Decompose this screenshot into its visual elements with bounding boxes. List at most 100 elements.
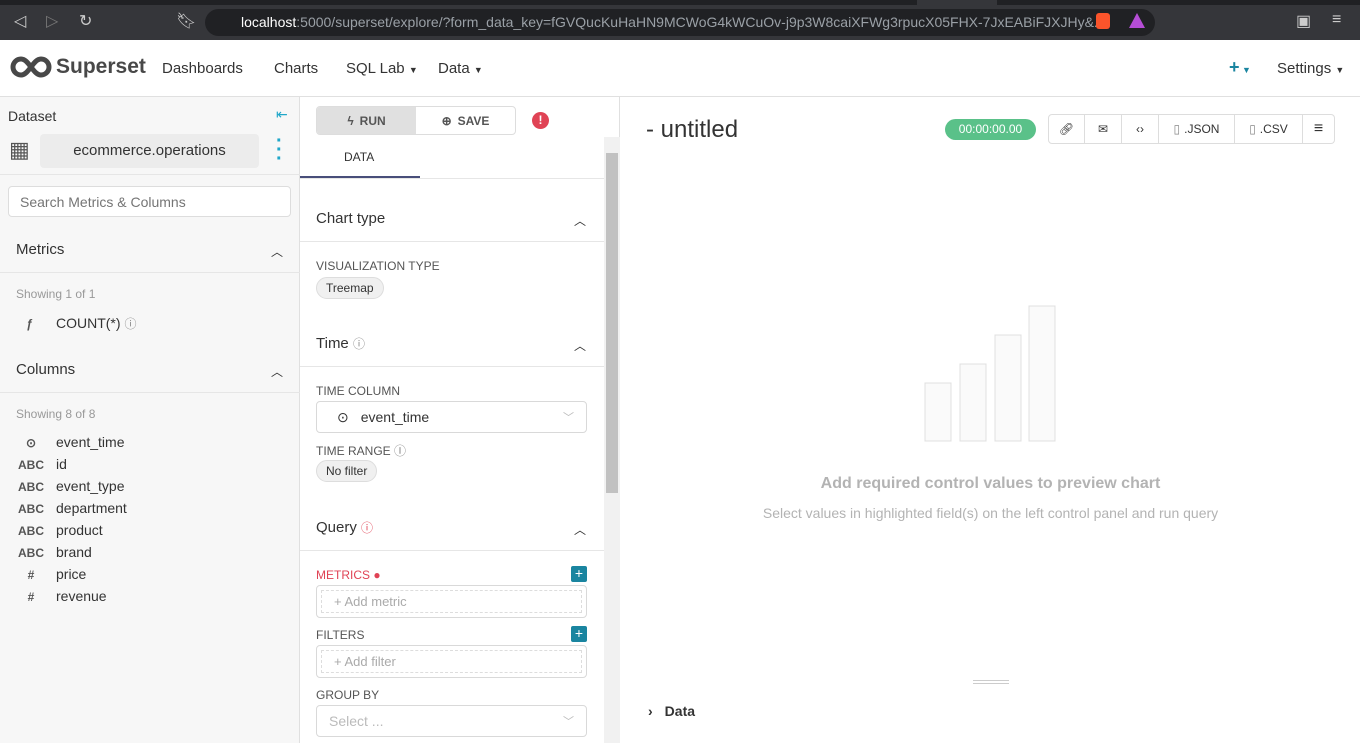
chart-actions: 🔗︎ ✉ ‹› ▯ .JSON ▯ .CSV ≡ bbox=[1048, 114, 1335, 144]
email-button[interactable]: ✉ bbox=[1085, 114, 1122, 144]
url-host: localhost bbox=[241, 14, 297, 30]
column-item[interactable]: ABC id bbox=[16, 456, 127, 478]
group-by-label: GROUP BY bbox=[316, 688, 380, 702]
filters-label: FILTERS bbox=[316, 628, 365, 642]
column-name: event_type bbox=[56, 478, 125, 494]
column-item[interactable]: ABC event_type bbox=[16, 478, 127, 500]
time-range-value[interactable]: No filter bbox=[316, 460, 378, 482]
chevron-up-icon[interactable]: ︿ bbox=[574, 521, 586, 538]
logo-icon bbox=[10, 56, 52, 78]
data-section-toggle[interactable]: › Data bbox=[648, 703, 695, 719]
json-button[interactable]: ▯ .JSON bbox=[1159, 114, 1235, 144]
column-type-icon: ABC bbox=[18, 458, 44, 472]
group-by-select[interactable]: Select ... ﹀ bbox=[316, 705, 587, 737]
embed-button[interactable]: ‹› bbox=[1122, 114, 1159, 144]
chevron-up-icon[interactable]: ︿ bbox=[271, 243, 283, 260]
reload-icon[interactable]: ↻ bbox=[79, 11, 92, 31]
link-button[interactable]: 🔗︎ bbox=[1048, 114, 1085, 144]
url-path: :5000/superset/explore/?form_data_key=fG… bbox=[296, 14, 1106, 30]
nav-charts[interactable]: Charts bbox=[274, 60, 318, 77]
file-icon: ▯ bbox=[1173, 122, 1181, 136]
info-icon: ⓘ bbox=[352, 337, 365, 351]
brave-rewards-icon[interactable] bbox=[1129, 13, 1145, 28]
address-bar[interactable]: localhost:5000/superset/explore/?form_da… bbox=[205, 9, 1155, 36]
clock-icon: ⊙ bbox=[337, 409, 349, 425]
viz-type-value[interactable]: Treemap bbox=[316, 277, 384, 299]
query-section[interactable]: Query ⓘ bbox=[316, 519, 373, 536]
time-section[interactable]: Time ⓘ bbox=[316, 335, 365, 352]
add-metric-button: + Add metric bbox=[321, 590, 582, 613]
chart-title[interactable]: - untitled bbox=[646, 116, 738, 144]
control-panel: ϟ RUN ⊕ SAVE ! DATA Chart type ︿ VISUALIZA… bbox=[300, 97, 620, 743]
error-icon[interactable]: ! bbox=[532, 112, 549, 129]
add-filter-plus-button[interactable]: + bbox=[571, 626, 587, 642]
metrics-count: Showing 1 of 1 bbox=[16, 287, 96, 301]
columns-count: Showing 8 of 8 bbox=[16, 407, 96, 421]
back-icon[interactable]: ◁ bbox=[14, 11, 26, 31]
column-name: id bbox=[56, 456, 67, 472]
column-list: ⊙ event_time ABC id ABC event_type ABC departme… bbox=[16, 434, 127, 610]
scrollbar[interactable] bbox=[604, 137, 620, 743]
settings-menu[interactable]: Settings ▼ bbox=[1277, 60, 1344, 77]
superset-logo[interactable]: Superset bbox=[10, 55, 146, 79]
column-item[interactable]: ABC brand bbox=[16, 544, 127, 566]
dataset-panel: Dataset ⇤ ▦ ecommerce.operations ··· Met… bbox=[0, 97, 300, 743]
column-name: product bbox=[56, 522, 103, 538]
bookmark-icon[interactable]: 🔖︎ bbox=[176, 11, 196, 31]
code-icon: ‹› bbox=[1136, 122, 1144, 136]
dataset-menu-icon[interactable]: · · · bbox=[276, 131, 283, 169]
collapse-icon[interactable]: ⇤ bbox=[276, 106, 288, 123]
column-item[interactable]: # revenue bbox=[16, 588, 127, 610]
nav-dashboards[interactable]: Dashboards bbox=[162, 60, 243, 77]
column-item[interactable]: ABC product bbox=[16, 522, 127, 544]
dataset-name[interactable]: ecommerce.operations bbox=[40, 134, 259, 168]
time-column-select[interactable]: ⊙ event_time ﹀ bbox=[316, 401, 587, 433]
top-nav: Superset Dashboards Charts SQL Lab ▼ Dat… bbox=[0, 40, 1360, 97]
table-grid-icon: ▦ bbox=[9, 137, 30, 162]
column-type-icon: # bbox=[27, 590, 35, 604]
chevron-up-icon[interactable]: ︿ bbox=[574, 337, 586, 354]
tab-data[interactable]: DATA bbox=[344, 150, 374, 164]
column-item[interactable]: ⊙ event_time bbox=[16, 434, 127, 456]
dataset-label: Dataset bbox=[8, 108, 57, 124]
envelope-icon: ✉ bbox=[1097, 122, 1109, 136]
add-metric-plus-button[interactable]: + bbox=[571, 566, 587, 582]
chart-type-section[interactable]: Chart type bbox=[316, 210, 385, 227]
metric-item[interactable]: ƒ COUNT(*) ⓘ bbox=[16, 315, 136, 332]
resize-handle[interactable] bbox=[973, 680, 1009, 684]
chevron-down-icon: ﹀ bbox=[563, 412, 574, 424]
save-button[interactable]: ⊕ SAVE bbox=[416, 107, 515, 134]
more-menu-button[interactable]: ≡ bbox=[1303, 114, 1335, 144]
tab-strip bbox=[0, 0, 1360, 5]
forward-icon[interactable]: ▷ bbox=[46, 11, 58, 31]
run-button[interactable]: ϟ RUN bbox=[317, 107, 416, 134]
column-type-icon: ABC bbox=[18, 524, 44, 538]
nav-data[interactable]: Data ▼ bbox=[438, 60, 483, 77]
column-item[interactable]: # price bbox=[16, 566, 127, 588]
metrics-label: METRICS ● bbox=[316, 568, 381, 582]
error-icon: ⓘ bbox=[361, 521, 374, 535]
column-item[interactable]: ABC department bbox=[16, 500, 127, 522]
column-name: event_time bbox=[56, 434, 125, 450]
empty-state-title: Add required control values to preview c… bbox=[820, 475, 1161, 492]
columns-section-title[interactable]: Columns bbox=[16, 361, 75, 378]
nav-sql-lab[interactable]: SQL Lab ▼ bbox=[346, 60, 418, 77]
metrics-field[interactable]: + Add metric bbox=[316, 585, 587, 618]
bolt-icon: ϟ bbox=[347, 113, 354, 128]
new-plus-button[interactable]: + ▼ bbox=[1229, 57, 1251, 78]
column-type-icon: ABC bbox=[18, 546, 44, 560]
chevron-up-icon[interactable]: ︿ bbox=[271, 363, 283, 380]
empty-chart-icon bbox=[924, 305, 1056, 442]
browser-menu-icon[interactable]: ≡ bbox=[1332, 11, 1341, 29]
csv-button[interactable]: ▯ .CSV bbox=[1235, 114, 1303, 144]
chevron-up-icon[interactable]: ︿ bbox=[574, 212, 586, 229]
filters-field[interactable]: + Add filter bbox=[316, 645, 587, 678]
metrics-section-title[interactable]: Metrics bbox=[16, 241, 64, 258]
wallet-icon[interactable]: ▣ bbox=[1296, 11, 1311, 31]
search-metrics-input[interactable] bbox=[8, 186, 291, 217]
browser-toolbar: ◁ ▷ ↻ 🔖︎ localhost:5000/superset/explore… bbox=[0, 0, 1360, 40]
time-column-label: TIME COLUMN bbox=[316, 384, 400, 398]
plus-circle-icon: ⊕ bbox=[441, 113, 452, 128]
brave-shield-icon[interactable] bbox=[1096, 13, 1110, 29]
column-name: department bbox=[56, 500, 127, 516]
